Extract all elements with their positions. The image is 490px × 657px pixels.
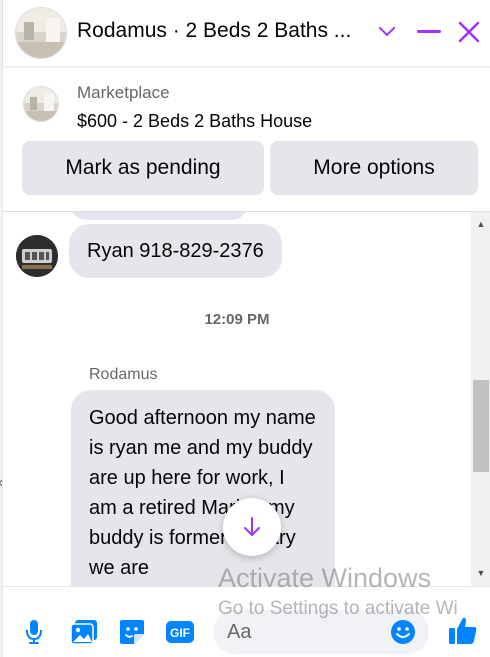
chat-title[interactable]: Rodamus · 2 Beds 2 Baths ... bbox=[77, 19, 367, 43]
message-list: Ryan 918-829-2376 12:09 PM Rodamus Good … bbox=[3, 212, 471, 586]
sender-name: Rodamus bbox=[89, 366, 158, 383]
scrollbar[interactable]: ▲ ▼ bbox=[471, 212, 490, 586]
chat-window: Rodamus · 2 Beds 2 Baths ... Marketplace… bbox=[2, 0, 490, 657]
message-bubble-text[interactable]: Good afternoon my name is ryan me and my… bbox=[71, 390, 335, 586]
close-icon[interactable] bbox=[453, 16, 485, 48]
avatar[interactable] bbox=[15, 7, 67, 59]
gif-icon[interactable]: GIF bbox=[165, 617, 195, 647]
message-composer: GIF bbox=[3, 586, 490, 657]
more-options-button[interactable]: More options bbox=[270, 141, 478, 195]
sticker-icon[interactable] bbox=[117, 617, 147, 647]
chevron-down-icon[interactable] bbox=[371, 16, 403, 48]
chat-header: Rodamus · 2 Beds 2 Baths ... bbox=[3, 0, 490, 66]
message-bubble-phone[interactable]: Ryan 918-829-2376 bbox=[69, 224, 282, 278]
minimize-icon[interactable] bbox=[413, 16, 445, 48]
listing-thumbnail[interactable] bbox=[23, 86, 59, 122]
message-input[interactable] bbox=[227, 610, 387, 654]
gif-label: GIF bbox=[170, 626, 190, 640]
message-bubble-previous bbox=[69, 212, 249, 220]
scroll-down-arrow[interactable]: ▼ bbox=[471, 564, 490, 582]
scroll-to-bottom-button[interactable] bbox=[223, 498, 281, 556]
thumbs-up-icon[interactable] bbox=[446, 614, 480, 648]
message-timestamp: 12:09 PM bbox=[204, 311, 270, 328]
mark-as-pending-button[interactable]: Mark as pending bbox=[22, 141, 264, 195]
photo-icon[interactable] bbox=[69, 617, 99, 647]
scroll-up-arrow[interactable]: ▲ bbox=[471, 215, 490, 233]
emoji-icon[interactable] bbox=[389, 618, 417, 646]
listing-title[interactable]: $600 - 2 Beds 2 Baths House bbox=[77, 111, 312, 132]
marketplace-label: Marketplace bbox=[77, 83, 170, 102]
marketplace-card: Marketplace $600 - 2 Beds 2 Baths House … bbox=[3, 66, 490, 212]
avatar[interactable] bbox=[16, 235, 58, 277]
arrow-down-icon bbox=[244, 517, 260, 536]
message-input-container bbox=[213, 610, 429, 654]
scrollbar-thumb[interactable] bbox=[473, 380, 489, 472]
microphone-icon[interactable] bbox=[19, 617, 49, 647]
